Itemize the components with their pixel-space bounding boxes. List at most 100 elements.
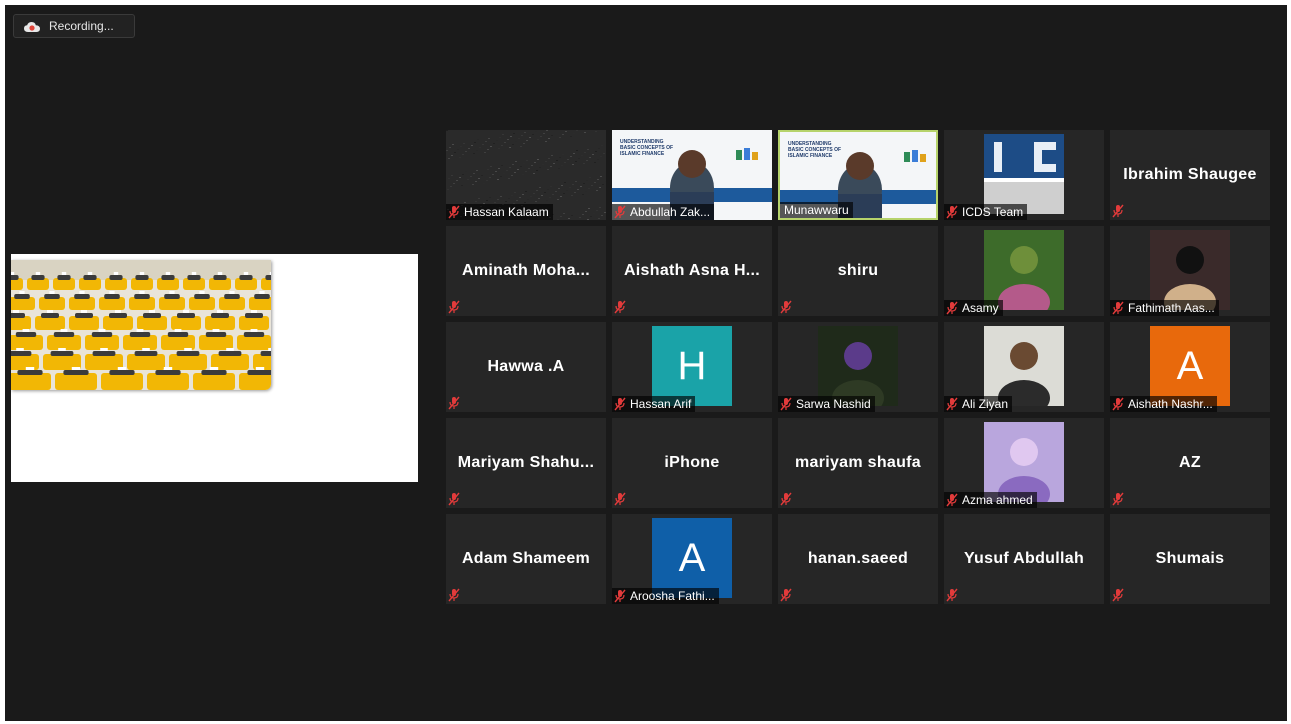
mic-muted-icon xyxy=(614,205,626,219)
mic-muted-icon xyxy=(614,300,628,314)
mic-muted-icon xyxy=(614,589,626,603)
participant-label: Azma ahmed xyxy=(944,492,1037,508)
participant-label: Aishath Nashr... xyxy=(1110,396,1217,412)
participant-name: Ibrahim Shaugee xyxy=(1123,166,1257,183)
participant-name: Aishath Asna H... xyxy=(623,262,761,279)
mic-muted-icon xyxy=(946,301,958,315)
participant-label: Sarwa Nashid xyxy=(778,396,875,412)
participant-tile[interactable]: ICDS Team xyxy=(944,130,1104,220)
meeting-window: Recording... Hassan Kalaam UNDERSTANDING… xyxy=(5,5,1287,721)
participant-tile[interactable]: Asamy xyxy=(944,226,1104,316)
participant-name: hanan.saeed xyxy=(807,550,909,567)
participant-name: Yusuf Abdullah xyxy=(963,550,1085,567)
participant-label-text: Sarwa Nashid xyxy=(796,397,871,411)
mic-muted-icon xyxy=(1112,588,1126,602)
mic-muted-icon xyxy=(946,397,958,411)
participant-name: Aminath Moha... xyxy=(461,262,591,279)
participant-name: Mariyam Shahu... xyxy=(457,454,595,471)
participant-tile[interactable]: Ali Ziyan xyxy=(944,322,1104,412)
participant-label: Hassan Arif xyxy=(612,396,696,412)
participant-label: ICDS Team xyxy=(944,204,1028,220)
participant-tile[interactable]: UNDERSTANDING BASIC CONCEPTS OF ISLAMIC … xyxy=(612,130,772,220)
mic-muted-icon xyxy=(946,493,958,507)
mic-muted-icon xyxy=(780,300,794,314)
participant-tile[interactable]: Mariyam Shahu... xyxy=(446,418,606,508)
recording-label: Recording... xyxy=(49,19,114,33)
mic-muted-icon xyxy=(448,492,462,506)
participant-tile[interactable]: hanan.saeed xyxy=(778,514,938,604)
participant-photo xyxy=(984,230,1064,310)
mic-muted-icon xyxy=(1112,301,1124,315)
participant-label-text: Hassan Kalaam xyxy=(464,205,549,219)
participant-name: iPhone xyxy=(664,454,720,471)
participant-label-text: Fathimath Aas... xyxy=(1128,301,1215,315)
participant-tile[interactable]: iPhone xyxy=(612,418,772,508)
participant-label: Asamy xyxy=(944,300,1003,316)
svg-text:ISLAMIC FINANCE: ISLAMIC FINANCE xyxy=(788,153,833,159)
cloud-record-icon xyxy=(24,20,40,32)
participant-label: Hassan Kalaam xyxy=(446,204,553,220)
taxi-fleet-image xyxy=(11,260,271,390)
participant-tile[interactable]: Aishath Asna H... xyxy=(612,226,772,316)
initial-avatar: H xyxy=(652,326,732,406)
participant-tile[interactable]: H Hassan Arif xyxy=(612,322,772,412)
participant-tile[interactable]: mariyam shaufa xyxy=(778,418,938,508)
participant-label-text: Azma ahmed xyxy=(962,493,1033,507)
participant-tile[interactable]: Azma ahmed xyxy=(944,418,1104,508)
participant-tile[interactable]: UNDERSTANDING BASIC CONCEPTS OF ISLAMIC … xyxy=(778,130,938,220)
participant-label-text: Abdullah Zak... xyxy=(630,205,711,219)
participant-tile[interactable]: Shumais xyxy=(1110,514,1270,604)
participant-tile[interactable]: A Aroosha Fathi... xyxy=(612,514,772,604)
participant-tile[interactable]: Ibrahim Shaugee xyxy=(1110,130,1270,220)
mic-muted-icon xyxy=(1112,492,1126,506)
mic-muted-icon xyxy=(946,205,958,219)
icds-logo-image xyxy=(984,134,1064,214)
participant-label: Fathimath Aas... xyxy=(1110,300,1219,316)
participant-label-text: Hassan Arif xyxy=(630,397,692,411)
participant-label-text: Ali Ziyan xyxy=(962,397,1009,411)
mic-muted-icon xyxy=(946,588,960,602)
participant-name: shiru xyxy=(837,262,879,279)
participant-label: Abdullah Zak... xyxy=(612,204,715,220)
participant-label-text: Munawwaru xyxy=(784,203,849,217)
participant-name: Shumais xyxy=(1155,550,1225,567)
initial-avatar: A xyxy=(1150,326,1230,406)
initial-avatar: A xyxy=(652,518,732,598)
participant-tile[interactable]: Hawwa .A xyxy=(446,322,606,412)
shared-screen xyxy=(11,254,418,482)
participant-tile[interactable]: Aminath Moha... xyxy=(446,226,606,316)
mic-muted-icon xyxy=(614,492,628,506)
mic-muted-icon xyxy=(448,588,462,602)
participant-tile[interactable]: Fathimath Aas... xyxy=(1110,226,1270,316)
participant-tile[interactable]: AZ xyxy=(1110,418,1270,508)
mic-muted-icon xyxy=(1112,397,1124,411)
participant-tile[interactable]: Sarwa Nashid xyxy=(778,322,938,412)
mic-muted-icon xyxy=(448,205,460,219)
participant-photo xyxy=(984,422,1064,502)
mic-muted-icon xyxy=(780,397,792,411)
mic-muted-icon xyxy=(780,492,794,506)
svg-text:ISLAMIC FINANCE: ISLAMIC FINANCE xyxy=(620,151,665,157)
mic-muted-icon xyxy=(780,588,794,602)
mic-muted-icon xyxy=(448,396,462,410)
participant-photo xyxy=(984,326,1064,406)
participant-name: AZ xyxy=(1179,454,1201,471)
participant-label: Munawwaru xyxy=(780,202,853,218)
participant-label: Aroosha Fathi... xyxy=(612,588,719,604)
participant-tile[interactable]: shiru xyxy=(778,226,938,316)
participant-label-text: Asamy xyxy=(962,301,999,315)
participant-tile[interactable]: Hassan Kalaam xyxy=(446,130,606,220)
participant-label: Ali Ziyan xyxy=(944,396,1013,412)
participant-tile[interactable]: Yusuf Abdullah xyxy=(944,514,1104,604)
participant-tile[interactable]: A Aishath Nashr... xyxy=(1110,322,1270,412)
participant-name: Adam Shameem xyxy=(461,550,591,567)
participant-name: Hawwa .A xyxy=(487,358,565,375)
mic-muted-icon xyxy=(614,397,626,411)
recording-indicator[interactable]: Recording... xyxy=(13,14,135,38)
participant-label-text: ICDS Team xyxy=(962,205,1024,219)
participant-label-text: Aishath Nashr... xyxy=(1128,397,1213,411)
participant-label-text: Aroosha Fathi... xyxy=(630,589,715,603)
participant-tile[interactable]: Adam Shameem xyxy=(446,514,606,604)
participant-photo xyxy=(818,326,898,406)
mic-muted-icon xyxy=(1112,204,1126,218)
